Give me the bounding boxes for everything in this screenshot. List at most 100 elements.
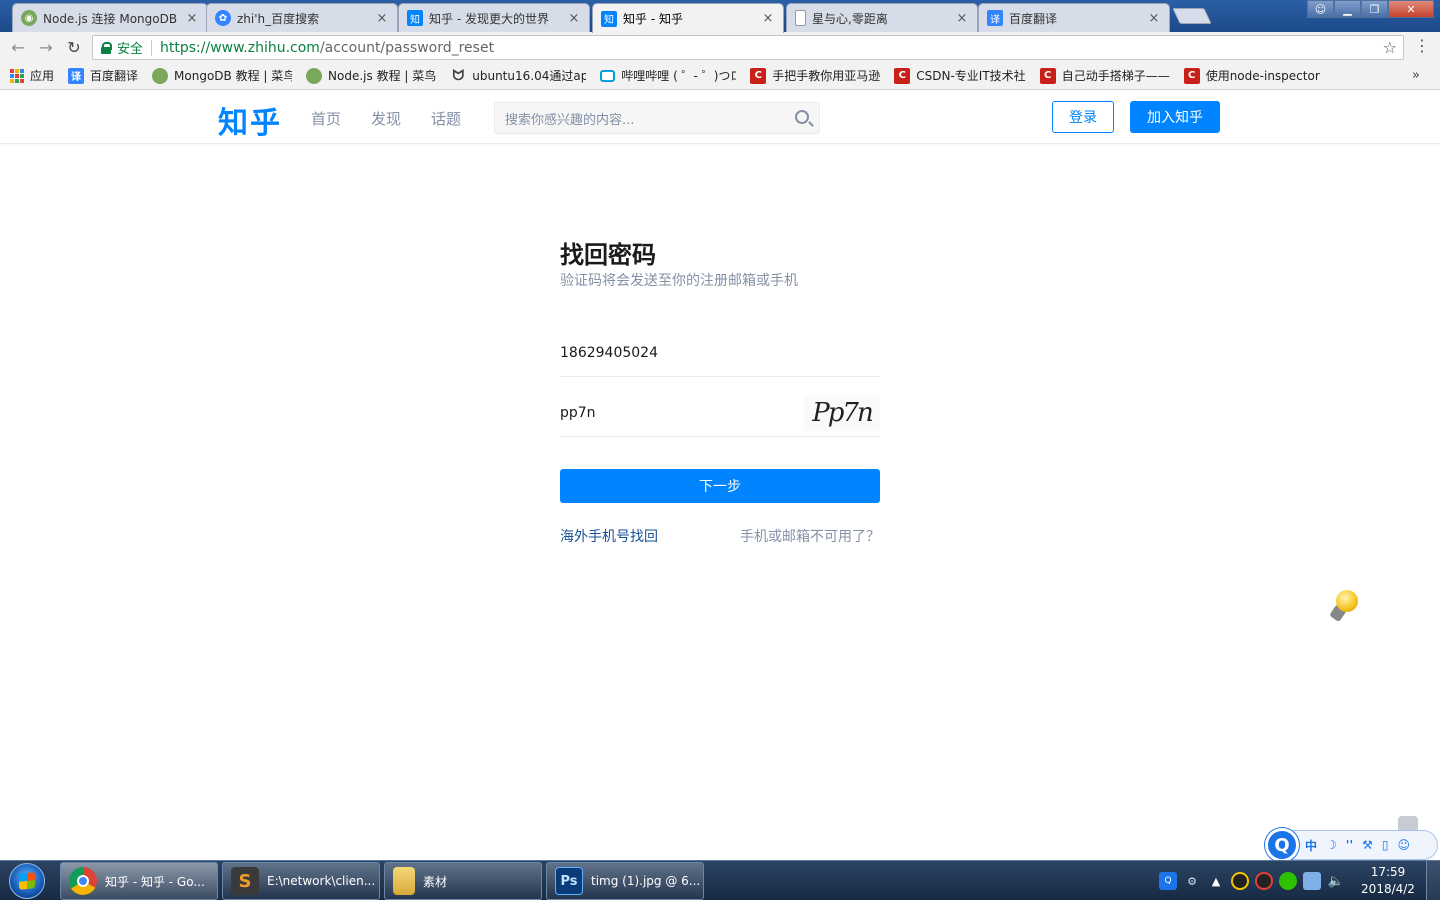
volume-icon[interactable]: 🔈	[1327, 872, 1345, 890]
bookmark-label: 应用	[30, 69, 55, 83]
bookmarks-overflow-icon[interactable]: »	[1412, 68, 1420, 83]
bookmark-item[interactable]: C 自己动手搭梯子——	[1039, 67, 1170, 84]
start-button[interactable]	[4, 861, 50, 900]
bookmark-label: 百度翻译	[90, 69, 139, 83]
ime-tools-icon[interactable]: ⚒	[1362, 838, 1373, 852]
ime-clipboard-icon[interactable]: ▯	[1382, 838, 1389, 852]
bookmark-item[interactable]: C 使用node-inspector	[1183, 67, 1320, 84]
overseas-phone-link[interactable]: 海外手机号找回	[560, 526, 658, 546]
bookmark-apps[interactable]: 应用	[10, 67, 54, 84]
back-icon[interactable]: ←	[4, 35, 32, 59]
new-tab-button[interactable]	[1172, 8, 1212, 24]
bookmark-item[interactable]: MongoDB 教程 | 菜鸟	[152, 67, 292, 84]
tab-title: 知乎 - 发现更大的世界	[429, 11, 549, 26]
captcha-value: pp7n	[560, 404, 596, 421]
wechat-icon[interactable]	[1279, 872, 1297, 890]
ime-punctuation-icon[interactable]: ''	[1346, 838, 1353, 852]
zhihu-icon: 知	[407, 10, 423, 26]
qq-input-icon[interactable]: Q	[1159, 872, 1177, 890]
browser-tab[interactable]: ✿ zhi'h_百度搜索 ×	[206, 3, 398, 32]
csdn-icon: C	[1183, 67, 1200, 84]
bookmark-label: 自己动手搭梯子——	[1061, 69, 1170, 83]
csdn-icon: C	[894, 67, 911, 84]
search-input[interactable]: 搜索你感兴趣的内容...	[494, 102, 820, 134]
task-label: 知乎 - 知乎 - Go...	[105, 874, 205, 889]
login-button[interactable]: 登录	[1052, 101, 1114, 133]
account-unavailable-link[interactable]: 手机或邮箱不可用了？	[740, 526, 880, 546]
ime-logo-icon[interactable]: Q	[1265, 828, 1299, 862]
bookmark-label: 使用node-inspector	[1205, 69, 1320, 83]
address-bar[interactable]: 安全 https:// www.zhihu.com /account/passw…	[92, 35, 1404, 60]
show-desktop-button[interactable]	[1426, 861, 1440, 900]
zhihu-logo[interactable]: 知乎	[218, 98, 282, 142]
browser-tab[interactable]: ◉ Node.js 连接 MongoDB ×	[12, 3, 208, 32]
tray-expand-icon[interactable]: ▲	[1207, 872, 1225, 890]
bookmark-item[interactable]: Node.js 教程 | 菜鸟	[306, 67, 436, 84]
chrome-icon	[69, 867, 97, 895]
browser-tab[interactable]: 知 知乎 - 发现更大的世界 ×	[398, 3, 590, 32]
lightbulb-glass	[1336, 590, 1358, 612]
taskbar-item-folder[interactable]: 素材	[384, 862, 542, 900]
bookmark-item[interactable]: C 手把手教你用亚马逊	[750, 67, 880, 84]
qq-penguin-icon[interactable]	[1231, 872, 1249, 890]
baidu-translate-icon: 译	[987, 10, 1003, 26]
browser-tab-active[interactable]: 知 知乎 - 知乎 ×	[592, 3, 784, 33]
ime-chinese-mode[interactable]: 中	[1305, 837, 1317, 854]
url-path: /account/password_reset	[319, 39, 495, 56]
bookmark-item[interactable]: 哔哩哔哩 ( ゜- ゜)つロ	[600, 67, 736, 84]
captcha-field[interactable]: pp7n Pp7n	[560, 389, 880, 437]
address-divider	[151, 39, 153, 56]
taskbar-item-sublime[interactable]: S E:\network\clien...	[222, 862, 380, 900]
task-label: E:\network\clien...	[267, 874, 376, 888]
tab-close-icon[interactable]: ×	[185, 11, 199, 26]
reload-icon[interactable]: ↻	[60, 35, 88, 59]
clock[interactable]: 17:59 2018/4/2	[1356, 864, 1420, 898]
bookmark-item[interactable]: 译 百度翻译	[68, 67, 138, 84]
tab-close-icon[interactable]: ×	[1147, 11, 1161, 26]
bookmark-item[interactable]: C CSDN-专业IT技术社	[894, 67, 1026, 84]
network-icon[interactable]	[1303, 872, 1321, 890]
browser-tab[interactable]: 译 百度翻译 ×	[978, 3, 1170, 32]
join-button[interactable]: 加入知乎	[1130, 101, 1220, 133]
taskbar-item-chrome[interactable]: 知乎 - 知乎 - Go...	[60, 862, 218, 900]
secure-label: 安全	[117, 42, 144, 57]
bookmarks-bar: 应用 译 百度翻译 MongoDB 教程 | 菜鸟 Node.js 教程 | 菜…	[0, 62, 1440, 90]
nav-explore[interactable]: 发现	[371, 108, 401, 129]
windows-taskbar: 知乎 - 知乎 - Go... S E:\network\clien... 素材…	[0, 860, 1440, 900]
next-step-button[interactable]: 下一步	[560, 469, 880, 503]
runoob-icon	[306, 67, 323, 84]
bookmark-label: 手把手教你用亚马逊	[772, 69, 881, 83]
bookmark-item[interactable]: ᗢ ubuntu16.04通过ap	[450, 67, 586, 84]
tab-close-icon[interactable]: ×	[955, 11, 969, 26]
ime-moon-icon[interactable]: ☽	[1326, 838, 1337, 852]
nav-topics[interactable]: 话题	[431, 108, 461, 129]
zhihu-header: 知乎 首页 发现 话题 搜索你感兴趣的内容... 登录 加入知乎	[0, 91, 1440, 144]
user-icon[interactable]: ☺	[1307, 0, 1334, 18]
taskbar-item-photoshop[interactable]: Ps timg (1).jpg @ 6...	[546, 862, 704, 900]
restore-icon[interactable]: ❐	[1361, 0, 1388, 18]
ime-emoji-icon[interactable]: ☺	[1398, 838, 1411, 852]
page-title: 找回密码	[560, 241, 656, 269]
close-window-icon[interactable]: ✕	[1388, 0, 1434, 18]
tab-close-icon[interactable]: ×	[761, 11, 775, 26]
zhihu-icon: 知	[601, 10, 617, 27]
bookmark-star-icon[interactable]: ☆	[1383, 38, 1397, 57]
browser-tab[interactable]: 星与心,零距离 ×	[786, 3, 978, 32]
csdn-icon: C	[1039, 67, 1056, 84]
tab-close-icon[interactable]: ×	[375, 11, 389, 26]
task-label: timg (1).jpg @ 6...	[591, 874, 701, 888]
system-tray: Q ⚙ ▲ 🔈 17:59 2018/4/2	[1156, 861, 1440, 900]
minimize-icon[interactable]: ▁	[1334, 0, 1361, 18]
lightbulb-icon[interactable]	[1329, 590, 1358, 623]
forward-icon[interactable]: →	[32, 35, 60, 59]
bookmark-label: MongoDB 教程 | 菜鸟	[174, 69, 293, 83]
phone-field[interactable]: 18629405024	[560, 329, 880, 377]
tray-settings-icon[interactable]: ⚙	[1183, 872, 1201, 890]
chrome-menu-icon[interactable]: ⋮	[1414, 38, 1430, 54]
qq-penguin-alt-icon[interactable]	[1255, 872, 1273, 890]
nav-home[interactable]: 首页	[311, 108, 341, 129]
windows-logo-icon	[9, 863, 45, 899]
captcha-image[interactable]: Pp7n	[804, 395, 880, 431]
tab-close-icon[interactable]: ×	[567, 11, 581, 26]
search-icon[interactable]	[795, 110, 809, 124]
